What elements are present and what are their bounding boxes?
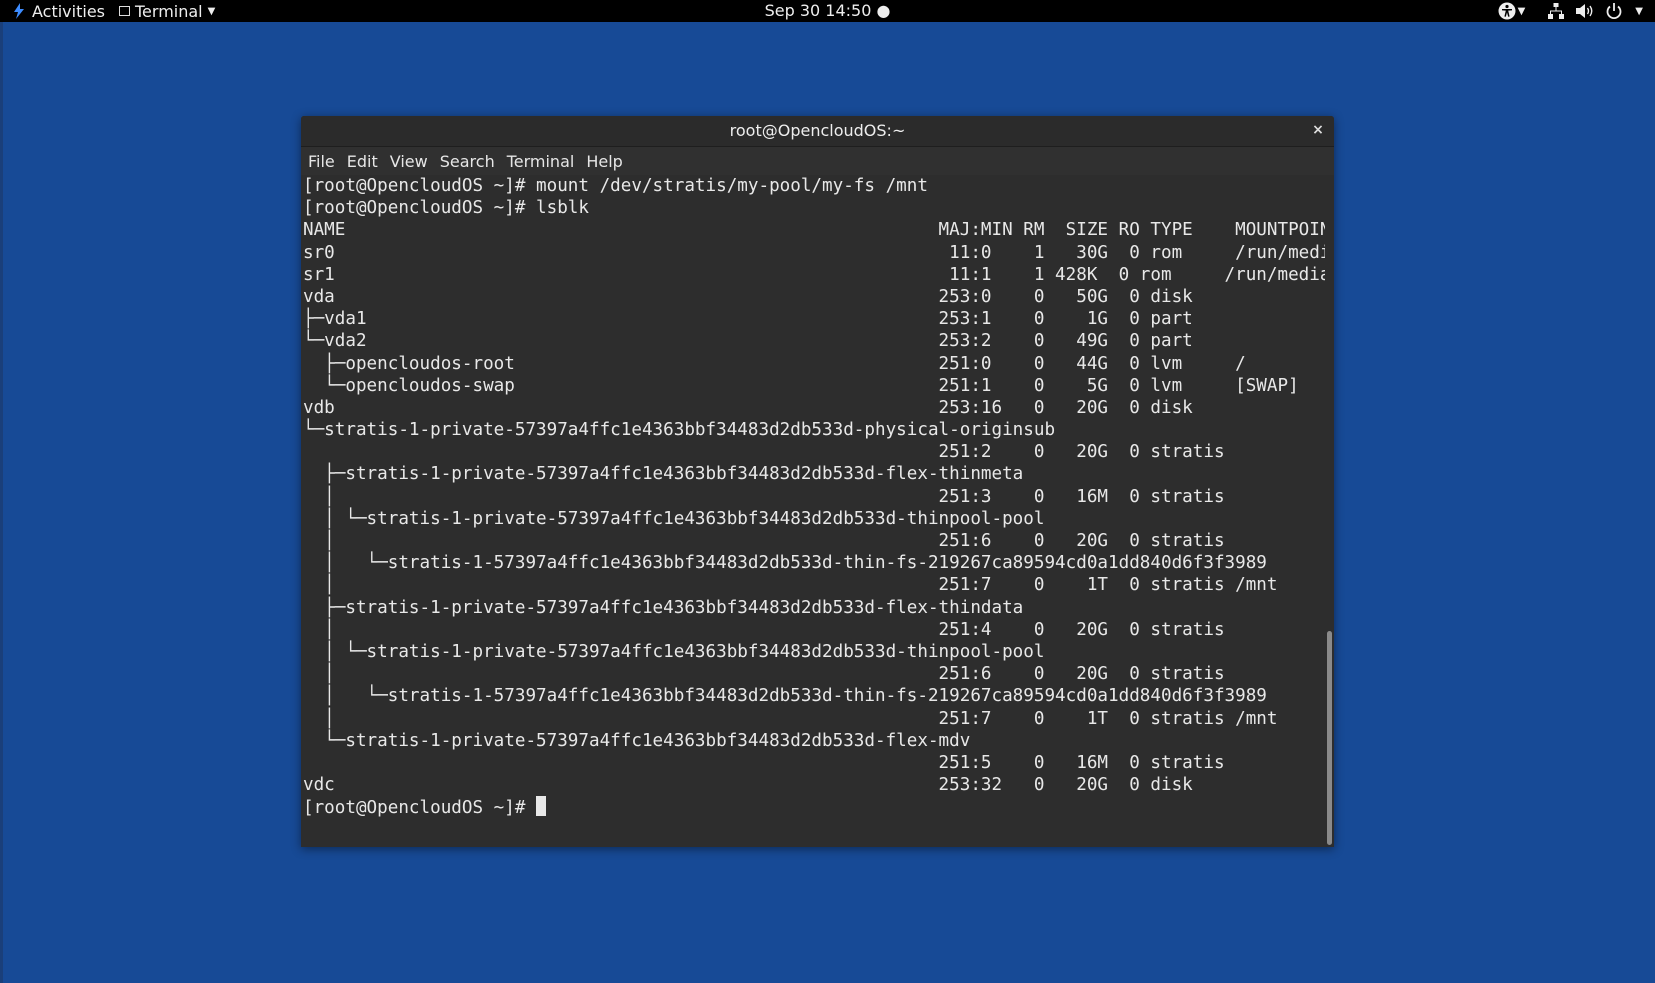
- terminal-line: sr1 11:1 1 428K 0 rom /run/media: [303, 264, 1325, 285]
- top-bar: Activities Terminal ▼ Sep 30 14:50 ● ▼ ▼: [0, 0, 1655, 22]
- top-bar-right: ▼ ▼: [1498, 0, 1643, 22]
- clock-label: Sep 30 14:50: [764, 1, 872, 20]
- terminal-line: │ 251:7 0 1T 0 stratis /mnt: [303, 575, 1278, 596]
- activities-label: Activities: [32, 1, 105, 21]
- terminal-line: 251:2 0 20G 0 stratis: [303, 442, 1225, 463]
- terminal-line: │ 251:6 0 20G 0 stratis: [303, 664, 1225, 685]
- scrollbar[interactable]: [1325, 175, 1334, 847]
- terminal-line: 251:5 0 16M 0 stratis: [303, 752, 1225, 773]
- terminal-line: ├─opencloudos-root 251:0 0 44G 0 lvm /: [303, 353, 1246, 374]
- terminal-line: │ └─stratis-1-private-57397a4ffc1e4363bb…: [303, 641, 1045, 662]
- terminal-line: └─stratis-1-private-57397a4ffc1e4363bbf3…: [303, 730, 971, 751]
- chevron-down-icon: ▼: [207, 5, 216, 17]
- terminal-line: └─vda2 253:2 0 49G 0 part: [303, 331, 1193, 352]
- close-icon[interactable]: ×: [1311, 123, 1325, 137]
- terminal-line: vda 253:0 0 50G 0 disk: [303, 286, 1193, 307]
- chevron-down-icon: ▼: [1517, 5, 1526, 17]
- menu-terminal[interactable]: Terminal: [501, 152, 581, 171]
- terminal-window: root@OpencloudOS:~ × File Edit View Sear…: [301, 116, 1334, 847]
- terminal-line: │ 251:4 0 20G 0 stratis: [303, 619, 1225, 640]
- scrollbar-thumb[interactable]: [1327, 631, 1332, 845]
- terminal-line: │ └─stratis-1-57397a4ffc1e4363bbf34483d2…: [303, 686, 1267, 707]
- menu-file[interactable]: File: [301, 152, 341, 171]
- terminal-prompt: [root@OpencloudOS ~]#: [303, 798, 537, 819]
- app-menu-label: Terminal: [135, 1, 203, 21]
- terminal-app-icon: [119, 6, 130, 16]
- terminal-text: [root@OpencloudOS ~]# mount /dev/stratis…: [301, 175, 1325, 818]
- activities-icon: [14, 3, 24, 19]
- text-cursor: [536, 796, 547, 817]
- system-menu[interactable]: ▼: [1547, 2, 1643, 20]
- terminal-line: vdc 253:32 0 20G 0 disk: [303, 775, 1193, 796]
- terminal-line: ├─vda1 253:1 0 1G 0 part: [303, 309, 1193, 330]
- terminal-line: ├─stratis-1-private-57397a4ffc1e4363bbf3…: [303, 464, 1024, 485]
- network-icon: [1548, 3, 1565, 19]
- power-icon: [1606, 3, 1622, 20]
- top-bar-left: Activities Terminal ▼: [12, 0, 215, 22]
- terminal-line: [root@OpencloudOS ~]# mount /dev/stratis…: [303, 176, 928, 196]
- terminal-line: │ 251:3 0 16M 0 stratis: [303, 486, 1225, 507]
- menu-search[interactable]: Search: [434, 152, 501, 171]
- volume-icon: [1576, 4, 1593, 18]
- window-title: root@OpencloudOS:~: [729, 121, 906, 140]
- app-menu-button[interactable]: Terminal ▼: [119, 2, 215, 21]
- window-titlebar[interactable]: root@OpencloudOS:~ ×: [301, 116, 1334, 147]
- clock-button[interactable]: Sep 30 14:50 ●: [765, 1, 891, 20]
- chevron-down-icon: ▼: [1635, 5, 1643, 17]
- terminal-line: │ └─stratis-1-private-57397a4ffc1e4363bb…: [303, 508, 1045, 529]
- terminal-line: vdb 253:16 0 20G 0 disk: [303, 397, 1193, 418]
- terminal-line: │ 251:7 0 1T 0 stratis /mnt: [303, 708, 1278, 729]
- terminal-line: │ 251:6 0 20G 0 stratis: [303, 531, 1225, 551]
- terminal-line: sr0 11:0 1 30G 0 rom /run/media: [303, 242, 1325, 263]
- activities-button[interactable]: Activities: [12, 2, 105, 21]
- menu-help[interactable]: Help: [580, 152, 628, 171]
- terminal-output[interactable]: [root@OpencloudOS ~]# mount /dev/stratis…: [301, 175, 1325, 847]
- accessibility-menu[interactable]: ▼: [1498, 2, 1526, 20]
- terminal-prompt-line: [root@OpencloudOS ~]#: [303, 796, 1325, 818]
- menu-view[interactable]: View: [384, 152, 434, 171]
- terminal-line: └─stratis-1-private-57397a4ffc1e4363bbf3…: [303, 420, 1056, 441]
- desktop-edge: [0, 22, 3, 983]
- clock-area: Sep 30 14:50 ●: [0, 0, 1655, 22]
- terminal-line: │ └─stratis-1-57397a4ffc1e4363bbf34483d2…: [303, 553, 1267, 574]
- terminal-line: ├─stratis-1-private-57397a4ffc1e4363bbf3…: [303, 597, 1024, 618]
- menu-edit[interactable]: Edit: [341, 152, 384, 171]
- terminal-line: └─opencloudos-swap 251:1 0 5G 0 lvm [SWA…: [303, 375, 1299, 396]
- terminal-line: [root@OpencloudOS ~]# lsblk: [303, 198, 589, 219]
- terminal-line: NAME MAJ:MIN RM SIZE RO TYPE MOUNTPOINT: [303, 220, 1325, 241]
- accessibility-icon: [1498, 2, 1516, 20]
- menu-bar: File Edit View Search Terminal Help: [301, 147, 1334, 175]
